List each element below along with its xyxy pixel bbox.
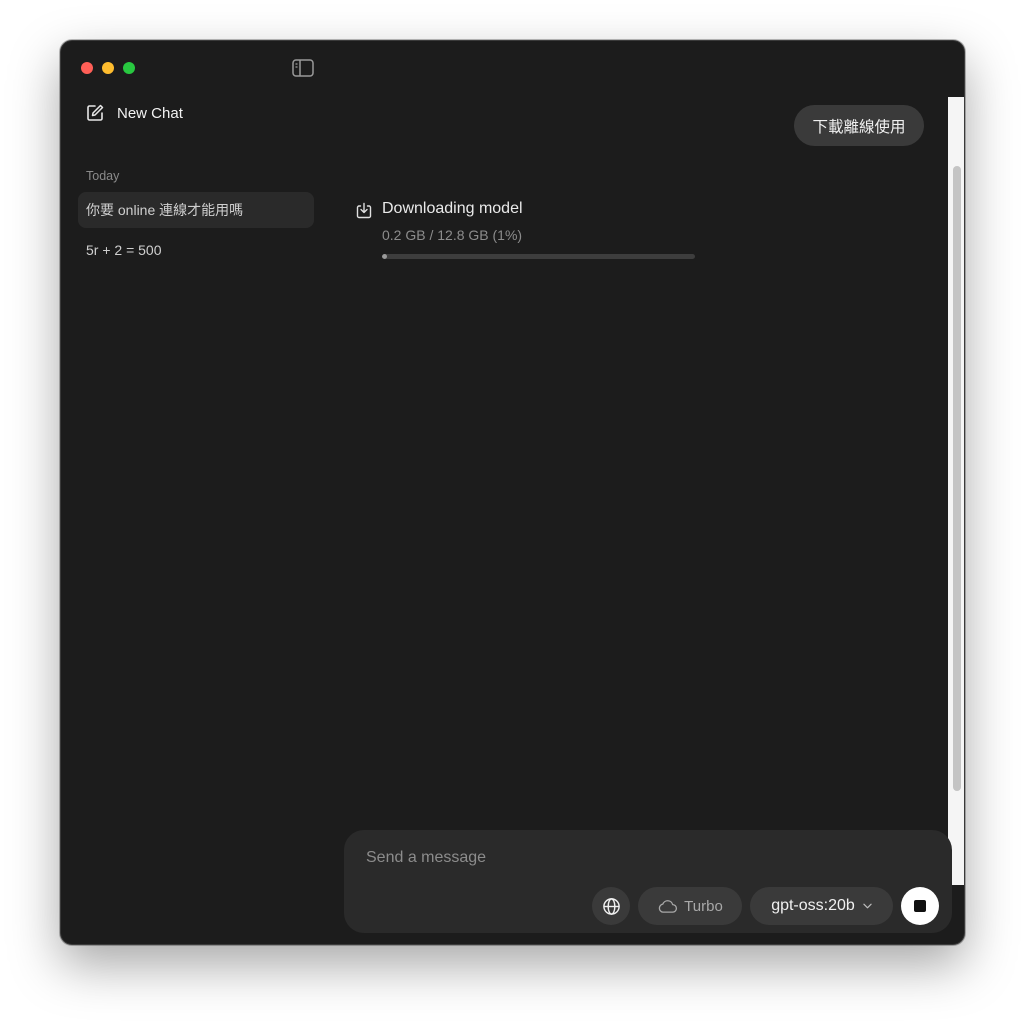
window-controls	[81, 62, 135, 74]
history-item-label: 你要 online 連線才能用嗎	[86, 202, 244, 218]
web-search-button[interactable]	[592, 887, 630, 925]
download-size: 0.2 GB / 12.8 GB (1%)	[382, 227, 523, 243]
model-selector[interactable]: gpt-oss:20b	[750, 887, 893, 925]
model-label: gpt-oss:20b	[771, 897, 855, 914]
new-chat-button[interactable]: New Chat	[85, 103, 183, 123]
globe-icon	[602, 897, 620, 915]
download-offline-button[interactable]: 下載離線使用	[794, 105, 924, 146]
message-composer: Turbo gpt-oss:20b	[344, 830, 952, 933]
turbo-toggle-button[interactable]: Turbo	[638, 887, 742, 925]
compose-icon	[87, 104, 104, 121]
download-icon	[356, 202, 372, 219]
history-item-active[interactable]: 你要 online 連線才能用嗎	[78, 192, 314, 228]
scrollbar-thumb[interactable]	[953, 166, 961, 791]
stop-button[interactable]	[901, 887, 939, 925]
app-window: New Chat Today 你要 online 連線才能用嗎 5r + 2 =…	[60, 40, 965, 945]
sidebar-toggle-icon[interactable]	[292, 59, 314, 77]
history-section-label: Today	[86, 169, 120, 183]
history-item[interactable]: 5r + 2 = 500	[78, 232, 314, 268]
cloud-icon	[658, 899, 678, 913]
new-chat-label: New Chat	[117, 104, 183, 122]
download-title: Downloading model	[382, 200, 523, 217]
message-input[interactable]	[364, 848, 928, 868]
history-item-label: 5r + 2 = 500	[86, 242, 162, 258]
download-progress-bar	[382, 254, 695, 259]
download-progress-fill	[382, 254, 387, 259]
turbo-label: Turbo	[684, 897, 723, 915]
stop-icon	[914, 900, 926, 912]
zoom-window-button[interactable]	[123, 62, 135, 74]
minimize-window-button[interactable]	[102, 62, 114, 74]
close-window-button[interactable]	[81, 62, 93, 74]
chevron-down-icon	[863, 903, 872, 909]
